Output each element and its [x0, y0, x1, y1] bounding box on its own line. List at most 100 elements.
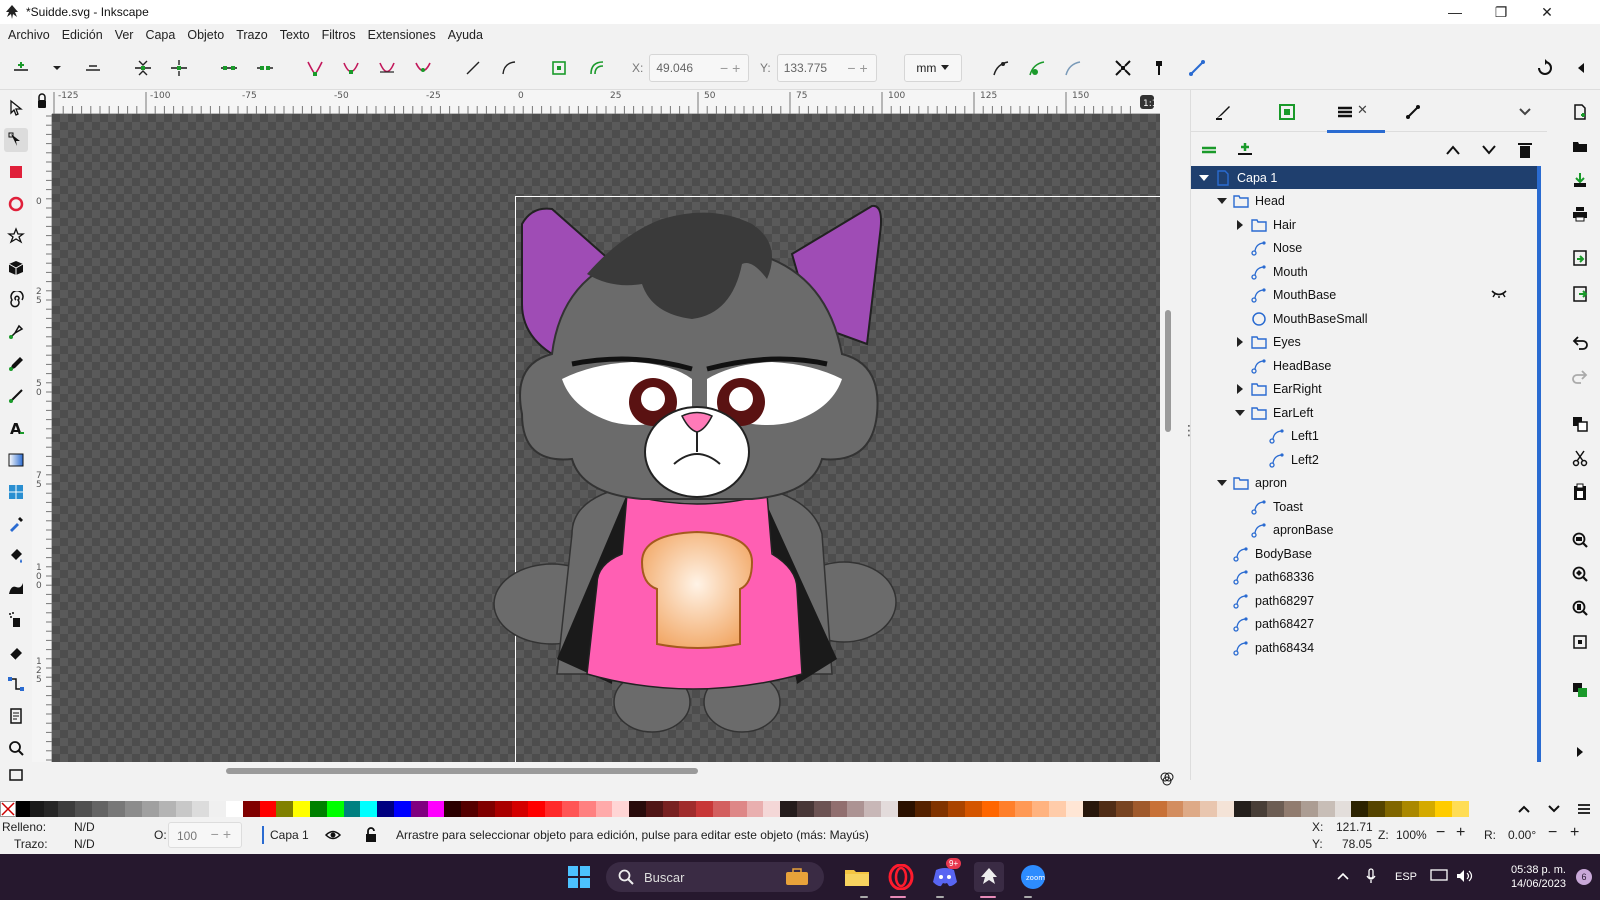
notification-badge[interactable]: 6 — [1576, 869, 1592, 885]
inkscape-taskbar-icon[interactable] — [974, 862, 1004, 892]
expand-closed-icon[interactable] — [1233, 335, 1247, 349]
color-swatch[interactable] — [729, 801, 747, 817]
gradient-tool-icon[interactable] — [4, 448, 28, 472]
tree-row[interactable]: Eyes — [1191, 331, 1537, 354]
node-tool-icon[interactable] — [4, 128, 28, 152]
snap-icon[interactable] — [1146, 56, 1172, 80]
minimize-button[interactable]: — — [1432, 0, 1478, 24]
tree-row[interactable]: Toast — [1191, 495, 1537, 518]
fill-value[interactable]: N/D — [74, 820, 95, 834]
stroke-value[interactable]: N/D — [74, 837, 95, 851]
object-to-path-icon[interactable] — [546, 56, 572, 80]
color-swatch[interactable] — [1049, 801, 1066, 817]
x-input[interactable]: 49.046 −+ — [649, 54, 750, 82]
tree-row[interactable]: Head — [1191, 190, 1537, 213]
join-nodes-icon[interactable] — [130, 56, 156, 80]
tree-row[interactable]: Capa 1 — [1191, 166, 1537, 189]
color-swatch[interactable] — [410, 801, 428, 817]
color-swatch[interactable] — [259, 801, 277, 817]
dock-menu-chevron-icon[interactable] — [1513, 100, 1537, 124]
node-cusp-icon[interactable] — [302, 56, 328, 80]
palette-scroll-down-icon[interactable] — [1542, 800, 1566, 818]
3d-box-tool-icon[interactable] — [4, 256, 28, 280]
color-swatch[interactable] — [1166, 801, 1184, 817]
color-swatch[interactable] — [1418, 801, 1436, 817]
color-swatch[interactable] — [897, 801, 915, 817]
rectangle-tool-icon[interactable] — [4, 160, 28, 184]
color-swatch[interactable] — [578, 801, 596, 817]
color-swatch[interactable] — [1267, 801, 1285, 817]
layer-menu-icon[interactable] — [1197, 138, 1221, 162]
expand-commands-icon[interactable] — [1568, 740, 1592, 764]
expand-open-icon[interactable] — [1215, 476, 1229, 490]
color-swatch[interactable] — [1351, 801, 1369, 817]
show-outline-icon[interactable] — [1024, 56, 1050, 80]
tree-row[interactable]: path68297 — [1191, 589, 1537, 612]
connector-tool-icon[interactable] — [4, 672, 28, 696]
color-swatch[interactable] — [1216, 801, 1234, 817]
palette-scroll-up-icon[interactable] — [1512, 800, 1536, 818]
color-swatch[interactable] — [225, 801, 243, 817]
color-swatch[interactable] — [696, 801, 714, 817]
color-swatch[interactable] — [427, 801, 445, 817]
opera-icon[interactable] — [886, 862, 916, 892]
menu-extensiones[interactable]: Extensiones — [364, 28, 444, 42]
y-input[interactable]: 133.775 −+ — [776, 54, 877, 82]
layer-visibility-icon[interactable] — [324, 826, 342, 844]
color-swatch[interactable] — [209, 801, 226, 817]
color-swatch[interactable] — [511, 801, 529, 817]
segment-line-icon[interactable] — [460, 56, 486, 80]
color-swatch[interactable] — [545, 801, 562, 817]
dark-swatch[interactable] — [44, 801, 58, 817]
dark-swatch[interactable] — [30, 801, 44, 817]
color-swatch[interactable] — [58, 801, 75, 817]
insert-node-icon[interactable] — [8, 56, 34, 80]
group-icon[interactable] — [1568, 678, 1592, 702]
color-swatch[interactable] — [713, 801, 730, 817]
new-document-icon[interactable] — [1568, 100, 1592, 124]
expand-closed-icon[interactable] — [1233, 382, 1247, 396]
paint-bucket-tool-icon[interactable] — [4, 544, 28, 568]
character-illustration[interactable] — [52, 114, 1160, 762]
undo-icon[interactable] — [1568, 330, 1592, 354]
color-swatch[interactable] — [528, 801, 546, 817]
zoom-center-icon[interactable] — [1568, 630, 1592, 654]
menu-ayuda[interactable]: Ayuda — [444, 28, 491, 42]
discord-icon[interactable]: 9+ — [930, 858, 962, 892]
copy-icon[interactable] — [1568, 412, 1592, 436]
zoom-out-button[interactable]: − — [1436, 824, 1445, 842]
color-swatch[interactable] — [881, 801, 898, 817]
tree-row[interactable]: EarLeft — [1191, 401, 1537, 424]
tab-fill-stroke-icon[interactable] — [1211, 100, 1235, 124]
break-path-icon[interactable] — [166, 56, 192, 80]
spray-tool-icon[interactable] — [4, 608, 28, 632]
color-swatch[interactable] — [830, 801, 848, 817]
microphone-icon[interactable] — [1356, 867, 1386, 887]
add-layer-icon[interactable] — [1233, 138, 1257, 162]
volume-icon[interactable] — [1452, 869, 1478, 886]
zoom-selection-icon[interactable] — [1568, 528, 1592, 552]
menu-capa[interactable]: Capa — [141, 28, 183, 42]
tree-row[interactable]: Hair — [1191, 213, 1537, 236]
tab-layers-icon[interactable] — [1327, 100, 1385, 133]
menu-objeto[interactable]: Objeto — [183, 28, 232, 42]
network-icon[interactable] — [1426, 868, 1452, 886]
color-swatch[interactable] — [141, 801, 159, 817]
color-swatch[interactable] — [377, 801, 394, 817]
segment-curve-icon[interactable] — [496, 56, 522, 80]
import-icon[interactable] — [1568, 246, 1592, 270]
tree-row[interactable]: Nose — [1191, 237, 1537, 260]
color-swatch[interactable] — [561, 801, 579, 817]
color-swatch[interactable] — [326, 801, 344, 817]
tree-row[interactable]: path68336 — [1191, 566, 1537, 589]
color-swatch[interactable] — [1233, 801, 1251, 817]
clip-path-icon[interactable] — [1184, 56, 1210, 80]
color-swatch[interactable] — [461, 801, 478, 817]
tree-row[interactable]: EarRight — [1191, 378, 1537, 401]
join-segment-icon[interactable] — [216, 56, 242, 80]
zoom-value[interactable]: 100% — [1396, 828, 1427, 842]
close-button[interactable]: ✕ — [1524, 0, 1570, 24]
expand-open-icon[interactable] — [1197, 171, 1211, 185]
rotation-value[interactable]: 0.00° — [1508, 828, 1536, 842]
close-tab-icon[interactable]: ✕ — [1357, 102, 1368, 118]
